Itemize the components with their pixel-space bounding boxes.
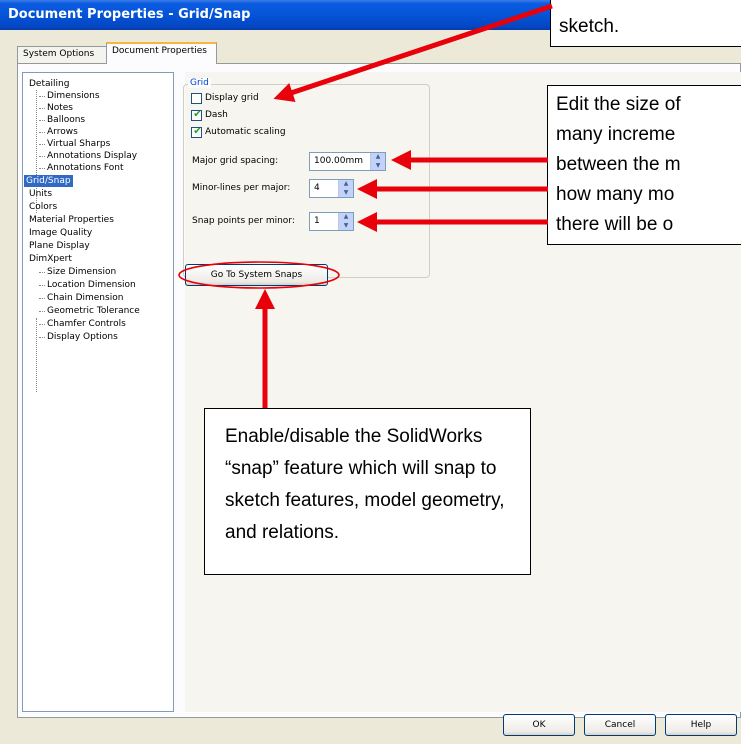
right-callout-line: many increme <box>556 124 676 145</box>
check-icon: ✔ <box>193 109 202 120</box>
minor-lines-label: Minor-lines per major: <box>192 183 291 193</box>
right-callout-line: how many mo <box>556 184 675 205</box>
right-callout-line: between the m <box>556 154 681 175</box>
tree-item-geometric-tolerance[interactable]: Geometric Tolerance <box>39 305 140 317</box>
tree-item-material-properties[interactable]: Material Properties <box>29 214 114 226</box>
go-to-system-snaps-button[interactable]: Go To System Snaps <box>185 264 328 286</box>
spin-down-icon[interactable]: ▼ <box>339 189 353 197</box>
tree-item-size-dimension[interactable]: Size Dimension <box>39 266 116 278</box>
top-callout: sketch. <box>550 0 741 47</box>
dash-checkbox[interactable]: ✔ Dash <box>191 109 331 123</box>
minor-lines-value: 4 <box>314 183 320 193</box>
grid-group-title: Grid <box>188 78 211 88</box>
automatic-scaling-box: ✔ <box>191 126 202 138</box>
tab-system-options[interactable]: System Options <box>17 46 107 63</box>
right-callout-line: Edit the size of <box>556 94 681 115</box>
tree-item-arrows[interactable]: Arrows <box>39 126 78 138</box>
right-callout-line: there will be o <box>556 214 674 235</box>
major-grid-spacing-input[interactable]: 100.00mm ▲ ▼ <box>309 152 386 171</box>
tree-item-plane-display[interactable]: Plane Display <box>29 240 90 252</box>
snap-points-spinner[interactable]: ▲ ▼ <box>338 213 353 230</box>
tree-item-detailing[interactable]: Detailing <box>29 78 69 90</box>
minor-lines-spinner[interactable]: ▲ ▼ <box>338 180 353 197</box>
tree-item-display-options[interactable]: Display Options <box>39 331 118 343</box>
cancel-button[interactable]: Cancel <box>584 714 656 736</box>
tree-item-virtual-sharps[interactable]: Virtual Sharps <box>39 138 110 150</box>
bottom-callout-line: “snap” feature which will snap to <box>225 458 497 479</box>
tree-item-location-dimension[interactable]: Location Dimension <box>39 279 136 291</box>
major-grid-spacing-value: 100.00mm <box>314 156 364 166</box>
automatic-scaling-label: Automatic scaling <box>205 127 286 137</box>
document-properties-window: Document Properties - Grid/Snap System O… <box>0 0 741 744</box>
tree-item-image-quality[interactable]: Image Quality <box>29 227 92 239</box>
help-button[interactable]: Help <box>665 714 737 736</box>
bottom-callout-line: and relations. <box>225 522 340 543</box>
minor-lines-input[interactable]: 4 ▲ ▼ <box>309 179 354 198</box>
display-grid-box <box>191 93 202 104</box>
tree-item-grid-snap[interactable]: Grid/Snap <box>24 175 73 187</box>
tree-item-chain-dimension[interactable]: Chain Dimension <box>39 292 123 304</box>
options-tree[interactable]: Detailing Dimensions Notes Balloons Arro… <box>22 72 174 712</box>
bottom-callout-line: sketch features, model geometry, <box>225 490 505 511</box>
tab-document-properties[interactable]: Document Properties <box>106 42 217 64</box>
tree-item-balloons[interactable]: Balloons <box>39 114 85 126</box>
snap-points-value: 1 <box>314 216 320 226</box>
dash-box: ✔ <box>191 109 202 121</box>
dash-label: Dash <box>205 110 228 120</box>
ok-button[interactable]: OK <box>503 714 575 736</box>
major-grid-spacing-label: Major grid spacing: <box>192 156 279 166</box>
window-title: Document Properties - Grid/Snap <box>8 7 251 22</box>
tree-item-units[interactable]: Units <box>29 188 52 200</box>
major-grid-spacing-spinner[interactable]: ▲ ▼ <box>370 153 385 170</box>
check-icon: ✔ <box>193 126 202 137</box>
spin-up-icon[interactable]: ▲ <box>339 180 353 188</box>
display-grid-checkbox[interactable]: Display grid <box>191 93 331 106</box>
tree-item-annotations-font[interactable]: Annotations Font <box>39 162 124 174</box>
tree-item-chamfer-controls[interactable]: Chamfer Controls <box>39 318 126 330</box>
tree-item-annotations-display[interactable]: Annotations Display <box>39 150 137 162</box>
bottom-callout-line: Enable/disable the SolidWorks <box>225 426 483 447</box>
automatic-scaling-checkbox[interactable]: ✔ Automatic scaling <box>191 126 331 140</box>
tree-item-colors[interactable]: Colors <box>29 201 57 213</box>
display-grid-label: Display grid <box>205 93 259 103</box>
bottom-callout: Enable/disable the SolidWorks “snap” fea… <box>204 408 531 575</box>
spin-down-icon[interactable]: ▼ <box>339 222 353 230</box>
snap-points-input[interactable]: 1 ▲ ▼ <box>309 212 354 231</box>
tree-item-dimensions[interactable]: Dimensions <box>39 90 100 102</box>
right-callout: Edit the size of many increme between th… <box>547 85 741 245</box>
spin-up-icon[interactable]: ▲ <box>371 153 385 161</box>
top-callout-text: sketch. <box>559 16 620 37</box>
tree-item-dimxpert[interactable]: DimXpert <box>29 253 72 265</box>
tree-item-notes[interactable]: Notes <box>39 102 73 114</box>
spin-up-icon[interactable]: ▲ <box>339 213 353 221</box>
tree-connector <box>36 318 37 392</box>
snap-points-label: Snap points per minor: <box>192 216 295 226</box>
spin-down-icon[interactable]: ▼ <box>371 162 385 170</box>
